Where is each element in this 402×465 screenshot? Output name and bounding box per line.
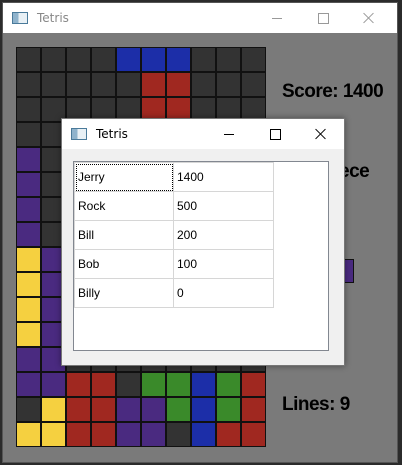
score-row[interactable]: Rock 500 bbox=[74, 191, 274, 221]
board-cell bbox=[241, 47, 266, 72]
main-window-title: Tetris bbox=[37, 11, 69, 25]
board-cell bbox=[16, 297, 41, 322]
board-cell bbox=[191, 372, 216, 397]
player-score-cell[interactable]: 200 bbox=[173, 220, 274, 250]
score-row[interactable]: Billy 0 bbox=[74, 278, 274, 308]
board-cell bbox=[241, 72, 266, 97]
maximize-button[interactable] bbox=[300, 3, 346, 33]
player-name-cell[interactable]: Bob bbox=[74, 249, 174, 279]
board-cell bbox=[116, 422, 141, 447]
dialog-close-button[interactable] bbox=[298, 119, 344, 149]
dialog-titlebar[interactable]: Tetris bbox=[62, 119, 344, 149]
board-cell bbox=[16, 147, 41, 172]
board-cell bbox=[16, 247, 41, 272]
board-cell bbox=[91, 47, 116, 72]
board-cell bbox=[216, 372, 241, 397]
dialog-minimize-button[interactable] bbox=[206, 119, 252, 149]
board-cell bbox=[216, 422, 241, 447]
main-titlebar[interactable]: Tetris bbox=[3, 3, 397, 33]
board-cell bbox=[241, 397, 266, 422]
player-name-cell[interactable]: Rock bbox=[74, 191, 174, 221]
board-cell bbox=[91, 72, 116, 97]
player-name-cell[interactable]: Billy bbox=[74, 278, 174, 308]
board-cell bbox=[66, 72, 91, 97]
board-cell bbox=[191, 422, 216, 447]
board-cell bbox=[191, 72, 216, 97]
lines-label: Lines: 9 bbox=[282, 394, 350, 415]
board-cell bbox=[141, 72, 166, 97]
board-cell bbox=[16, 422, 41, 447]
player-score-cell[interactable]: 500 bbox=[173, 191, 274, 221]
board-cell bbox=[66, 47, 91, 72]
board-cell bbox=[16, 272, 41, 297]
board-cell bbox=[16, 122, 41, 147]
score-row[interactable]: Bob 100 bbox=[74, 249, 274, 279]
score-label: Score: 1400 bbox=[282, 81, 384, 102]
player-name-cell[interactable]: Bill bbox=[74, 220, 174, 250]
board-cell bbox=[191, 397, 216, 422]
app-icon bbox=[12, 12, 28, 24]
board-cell bbox=[16, 322, 41, 347]
board-cell bbox=[41, 422, 66, 447]
minimize-icon bbox=[224, 133, 234, 135]
board-cell bbox=[16, 372, 41, 397]
dialog-maximize-button[interactable] bbox=[252, 119, 298, 149]
score-row[interactable]: Bill 200 bbox=[74, 220, 274, 250]
board-cell bbox=[41, 72, 66, 97]
board-cell bbox=[91, 422, 116, 447]
board-cell bbox=[116, 47, 141, 72]
maximize-icon bbox=[317, 12, 329, 24]
board-cell bbox=[166, 372, 191, 397]
board-cell bbox=[41, 372, 66, 397]
board-cell bbox=[16, 172, 41, 197]
board-cell bbox=[116, 72, 141, 97]
minimize-button[interactable] bbox=[254, 3, 300, 33]
board-cell bbox=[216, 397, 241, 422]
board-cell bbox=[141, 47, 166, 72]
board-cell bbox=[166, 72, 191, 97]
board-cell bbox=[116, 372, 141, 397]
board-cell bbox=[141, 422, 166, 447]
player-score-cell[interactable]: 1400 bbox=[173, 162, 274, 192]
close-icon bbox=[315, 128, 327, 140]
board-cell bbox=[216, 47, 241, 72]
board-cell bbox=[216, 72, 241, 97]
board-cell bbox=[141, 397, 166, 422]
board-cell bbox=[241, 372, 266, 397]
board-cell bbox=[166, 47, 191, 72]
player-score-cell[interactable]: 0 bbox=[173, 278, 274, 308]
board-cell bbox=[91, 397, 116, 422]
board-cell bbox=[16, 47, 41, 72]
board-cell bbox=[16, 397, 41, 422]
scores-table: Jerry 1400 Rock 500 Bill 200 Bob 100 Billy 0 bbox=[74, 162, 274, 308]
board-cell bbox=[16, 97, 41, 122]
board-cell bbox=[91, 372, 116, 397]
board-cell bbox=[66, 372, 91, 397]
close-icon bbox=[363, 12, 375, 24]
board-cell bbox=[66, 397, 91, 422]
board-cell bbox=[41, 397, 66, 422]
close-button[interactable] bbox=[346, 3, 392, 33]
minimize-icon bbox=[272, 17, 282, 19]
board-cell bbox=[141, 372, 166, 397]
board-cell bbox=[191, 47, 216, 72]
maximize-icon bbox=[269, 128, 281, 140]
scores-grid[interactable]: Jerry 1400 Rock 500 Bill 200 Bob 100 Billy 0 bbox=[73, 161, 329, 351]
board-cell bbox=[116, 397, 141, 422]
board-cell bbox=[16, 222, 41, 247]
player-score-cell[interactable]: 100 bbox=[173, 249, 274, 279]
dialog-app-icon bbox=[71, 128, 87, 140]
board-cell bbox=[16, 72, 41, 97]
board-cell bbox=[41, 47, 66, 72]
player-name-cell[interactable]: Jerry bbox=[74, 162, 174, 192]
board-cell bbox=[66, 422, 91, 447]
score-row[interactable]: Jerry 1400 bbox=[74, 162, 274, 192]
board-cell bbox=[166, 422, 191, 447]
board-cell bbox=[16, 347, 41, 372]
high-scores-dialog: Tetris Jerry 1400 Rock 500 Bill 200 Bob 100 Bill… bbox=[61, 118, 345, 366]
board-cell bbox=[241, 422, 266, 447]
board-cell bbox=[166, 397, 191, 422]
dialog-title: Tetris bbox=[96, 127, 128, 141]
board-cell bbox=[16, 197, 41, 222]
